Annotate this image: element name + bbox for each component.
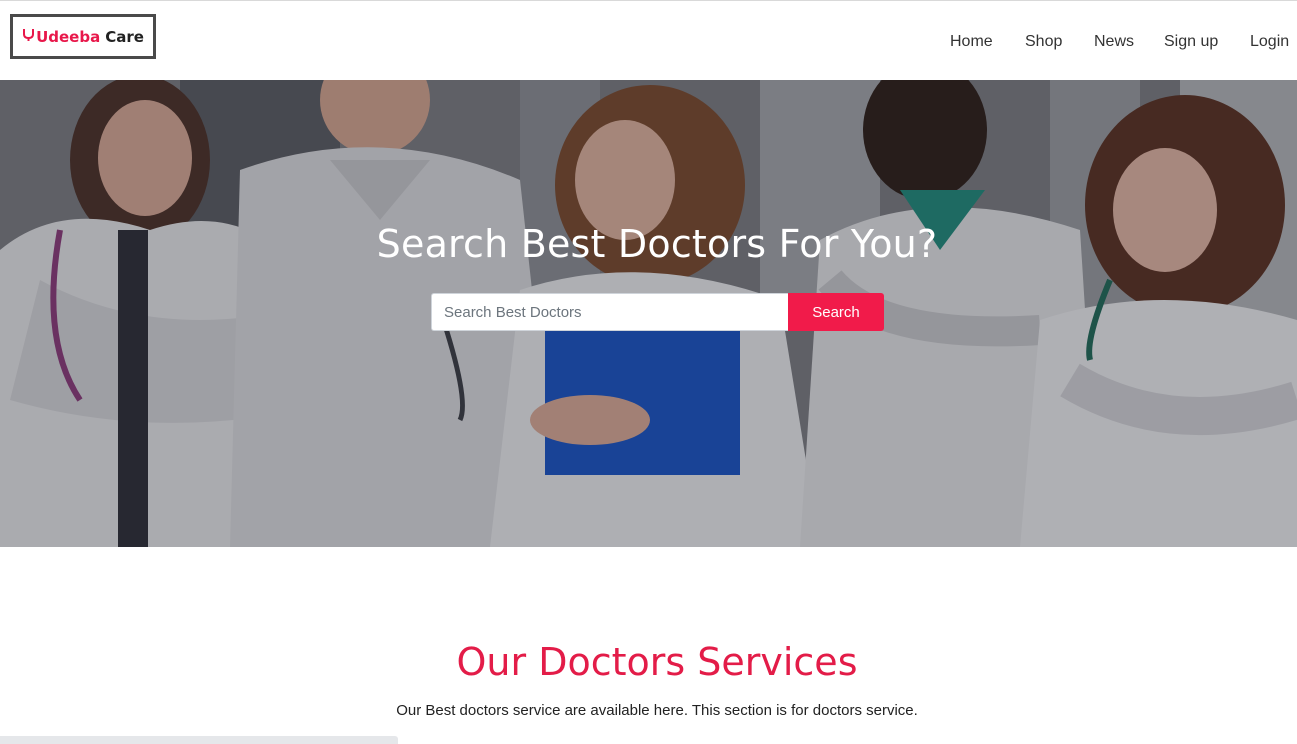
partial-card-edge — [0, 736, 398, 744]
search-button[interactable]: Search — [788, 293, 884, 331]
stethoscope-icon — [22, 28, 35, 46]
brand-logo[interactable]: Udeeba Care — [10, 14, 156, 59]
hero-banner: Search Best Doctors For You? Search — [0, 80, 1297, 547]
doctor-search-form: Search — [431, 293, 884, 331]
nav-item-signup[interactable]: Sign up — [1164, 31, 1218, 53]
nav-item-shop[interactable]: Shop — [1025, 31, 1062, 53]
hero-title: Search Best Doctors For You? — [376, 222, 938, 266]
services-section-title: Our Doctors Services — [456, 640, 858, 684]
nav-item-home[interactable]: Home — [950, 31, 993, 53]
brand-name-primary: Udeeba — [36, 27, 101, 46]
nav-item-news[interactable]: News — [1094, 31, 1134, 53]
services-section-subtitle: Our Best doctors service are available h… — [396, 702, 918, 719]
brand-name-secondary: Care — [105, 27, 144, 46]
doctor-search-input[interactable] — [431, 293, 788, 331]
site-header: Udeeba Care Home Shop News Sign up Login — [0, 1, 1297, 80]
nav-item-login[interactable]: Login — [1250, 31, 1289, 53]
